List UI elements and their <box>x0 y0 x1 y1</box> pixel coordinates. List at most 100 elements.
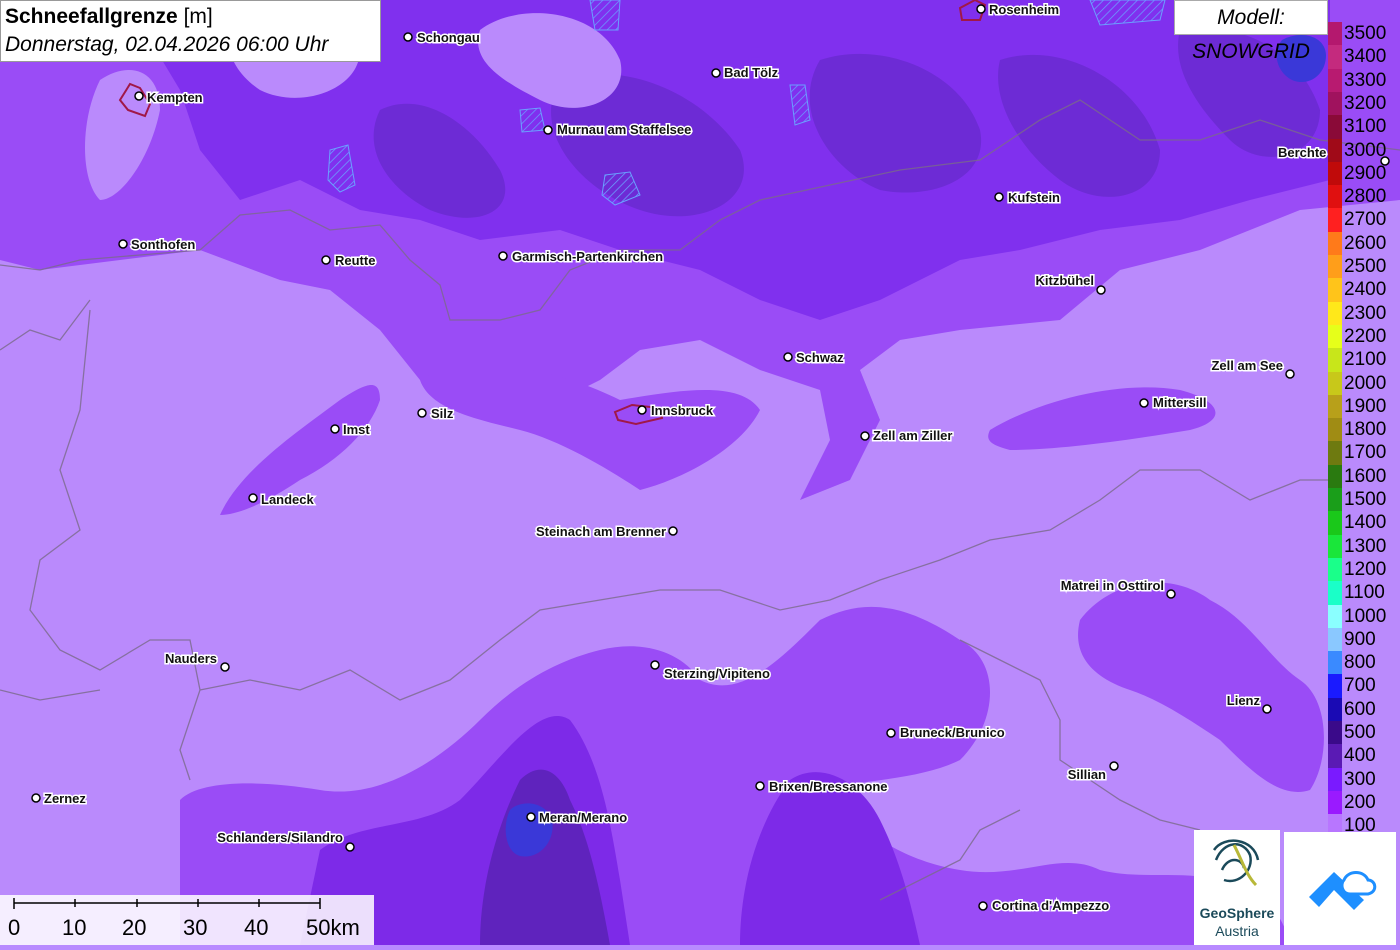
legend-label-1700: 1700 <box>1344 442 1387 464</box>
geosphere-emblem-icon <box>1212 839 1260 887</box>
city-marker-zernez[interactable] <box>31 793 41 803</box>
city-label-schlanders-silandro: Schlanders/Silandro <box>217 830 343 845</box>
legend-label-3100: 3100 <box>1344 116 1387 138</box>
legend-label-1200: 1200 <box>1344 558 1387 580</box>
legend-swatch-2700 <box>1328 208 1342 233</box>
city-label-lienz: Lienz <box>1227 693 1261 708</box>
city-marker-steinach-am-brenner[interactable] <box>668 526 678 536</box>
legend-label-800: 800 <box>1344 652 1376 674</box>
legend-label-2300: 2300 <box>1344 302 1387 324</box>
legend-swatch-3200 <box>1328 91 1342 116</box>
legend-label-1800: 1800 <box>1344 419 1387 441</box>
city-marker-murnau-am-staffelsee[interactable] <box>543 125 553 135</box>
city-marker-kufstein[interactable] <box>994 192 1004 202</box>
city-marker-sonthofen[interactable] <box>118 239 128 249</box>
city-marker-innsbruck[interactable] <box>637 405 647 415</box>
legend-swatch-1500 <box>1328 488 1342 512</box>
legend-label-1500: 1500 <box>1344 489 1387 510</box>
scale-label-4: 40 <box>244 915 269 940</box>
city-marker-brixen-bressanone[interactable] <box>755 781 765 791</box>
legend-swatch-1800 <box>1328 418 1342 442</box>
house-cloud-icon <box>1309 871 1377 910</box>
legend-swatch-800 <box>1328 651 1342 675</box>
city-marker-kitzb-hel[interactable] <box>1096 285 1106 295</box>
city-label-kempten: Kempten <box>147 90 203 105</box>
legend-label-1900: 1900 <box>1344 395 1387 417</box>
legend-label-2900: 2900 <box>1344 162 1387 184</box>
city-label-zernez: Zernez <box>44 791 86 806</box>
city-marker-lienz[interactable] <box>1262 704 1272 714</box>
city-marker-nauders[interactable] <box>220 662 230 672</box>
city-marker-cortina-d-ampezzo[interactable] <box>978 901 988 911</box>
legend-label-600: 600 <box>1344 698 1376 720</box>
legend-label-2700: 2700 <box>1344 209 1387 231</box>
legend-label-500: 500 <box>1344 722 1376 743</box>
city-marker-imst[interactable] <box>330 424 340 434</box>
city-label-steinach-am-brenner: Steinach am Brenner <box>536 524 666 539</box>
city-marker-landeck[interactable] <box>248 493 258 503</box>
lake-1 <box>589 0 621 31</box>
color-legend: 3500 3400 3300 3200 3100 3000 2900 2800 2700 2600… <box>1328 22 1400 838</box>
legend-swatch-2900 <box>1328 161 1342 186</box>
legend-label-2800: 2800 <box>1344 186 1387 208</box>
city-marker-bruneck-brunico[interactable] <box>886 728 896 738</box>
legend-swatch-3100 <box>1328 115 1342 139</box>
legend-label-2100: 2100 <box>1344 349 1387 371</box>
legend-swatch-2800 <box>1328 185 1342 209</box>
city-marker-schlanders-silandro[interactable] <box>345 842 355 852</box>
city-marker-bad-t-lz[interactable] <box>711 68 721 78</box>
city-label-garmisch-partenkirchen: Garmisch-Partenkirchen <box>512 249 663 264</box>
city-marker-sterzing-vipiteno[interactable] <box>650 660 660 670</box>
city-label-meran-merano: Meran/Merano <box>539 810 627 825</box>
city-marker-matrei-in-osttirol[interactable] <box>1166 589 1176 599</box>
geosphere-logo-line2: Austria <box>1215 923 1259 939</box>
legend-label-3300: 3300 <box>1344 69 1387 91</box>
scale-label-3: 30 <box>183 915 208 940</box>
map-title-unit: [m] <box>183 5 213 28</box>
city-label-berchte: Berchte <box>1278 145 1326 160</box>
city-marker-kempten[interactable] <box>134 91 144 101</box>
snowfall-limit-map[interactable]: Schongau Rosenheim Bad Tölz Kempten Murnau a… <box>0 0 1400 945</box>
legend-label-3400: 3400 <box>1344 46 1387 68</box>
city-marker-meran-merano[interactable] <box>526 812 536 822</box>
legend-swatch-200 <box>1328 790 1342 815</box>
city-marker-garmisch-partenkirchen[interactable] <box>498 251 508 261</box>
city-marker-sillian[interactable] <box>1109 761 1119 771</box>
legend-label-1300: 1300 <box>1344 535 1387 557</box>
legend-swatch-2000 <box>1328 371 1342 396</box>
map-title-bold: Schneefallgrenze <box>5 5 178 28</box>
city-marker-zell-am-ziller[interactable] <box>860 431 870 441</box>
city-marker-reutte[interactable] <box>321 255 331 265</box>
city-label-sillian: Sillian <box>1068 767 1106 782</box>
legend-label-1400: 1400 <box>1344 512 1387 534</box>
city-marker-schwaz[interactable] <box>783 352 793 362</box>
city-marker-rosenheim[interactable] <box>976 4 986 14</box>
scale-label-1: 10 <box>62 915 87 940</box>
city-marker-zell-am-see[interactable] <box>1285 369 1295 379</box>
legend-swatch-300 <box>1328 767 1342 792</box>
legend-swatch-2500 <box>1328 255 1342 279</box>
legend-swatch-1600 <box>1328 464 1342 489</box>
legend-swatch-600 <box>1328 697 1342 722</box>
scale-label-5: 50km <box>306 915 360 940</box>
legend-label-3200: 3200 <box>1344 92 1387 114</box>
legend-label-2500: 2500 <box>1344 256 1387 277</box>
weather-app-logo[interactable] <box>1284 832 1396 945</box>
city-marker-mittersill[interactable] <box>1139 398 1149 408</box>
legend-swatch-700 <box>1328 674 1342 699</box>
city-label-zell-am-ziller: Zell am Ziller <box>873 428 952 443</box>
legend-label-200: 200 <box>1344 791 1376 813</box>
scale-label-0: 0 <box>8 915 21 940</box>
city-marker-silz[interactable] <box>417 408 427 418</box>
city-label-kufstein: Kufstein <box>1008 190 1060 205</box>
city-label-schwaz: Schwaz <box>796 350 844 365</box>
city-marker-schongau[interactable] <box>403 32 413 42</box>
legend-swatch-1100 <box>1328 581 1342 605</box>
city-label-sonthofen: Sonthofen <box>131 237 195 252</box>
legend-swatch-2200 <box>1328 324 1342 349</box>
geosphere-logo[interactable]: GeoSphere Austria <box>1194 830 1280 945</box>
title-panel: Schneefallgrenze [m] Donnerstag, 02.04.2… <box>0 0 381 62</box>
legend-swatch-3300 <box>1328 68 1342 93</box>
legend-swatch-3400 <box>1328 45 1342 70</box>
legend-swatch-1400 <box>1328 511 1342 536</box>
